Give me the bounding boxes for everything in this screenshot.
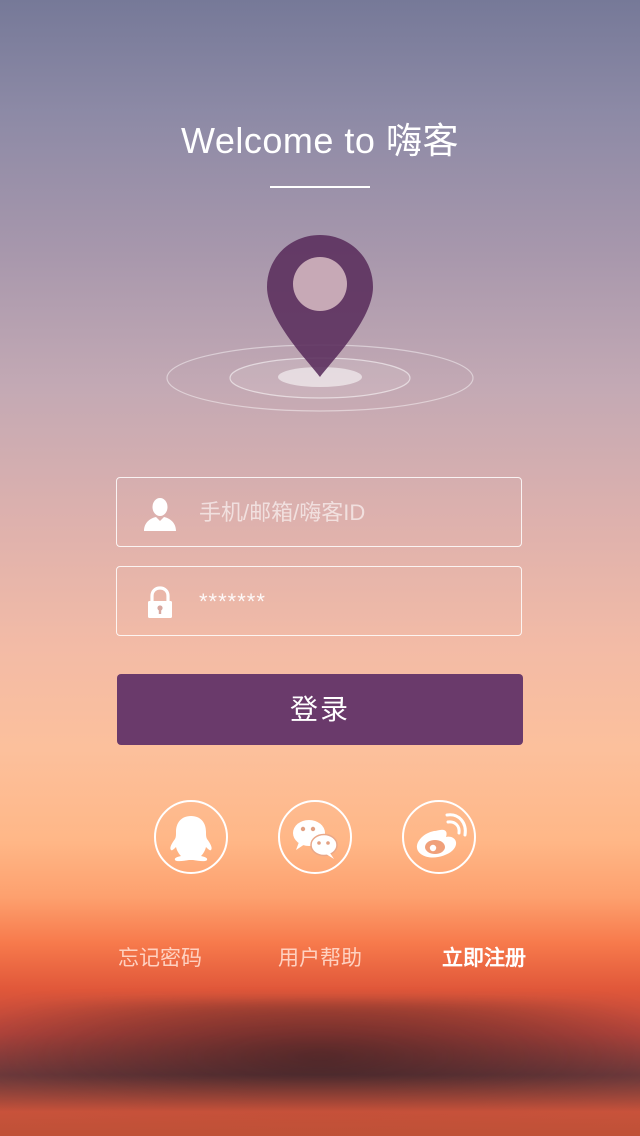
location-pin-icon (166, 235, 474, 412)
username-field[interactable]: 手机/邮箱/嗨客ID (116, 477, 522, 547)
weibo-icon (416, 813, 467, 858)
user-icon (144, 498, 176, 531)
password-field[interactable]: ******* (116, 566, 522, 636)
page-title: Welcome to 嗨客 (181, 120, 459, 161)
qq-login-button[interactable] (154, 800, 228, 874)
login-button[interactable]: 登录 (117, 674, 523, 745)
user-help-link[interactable]: 用户帮助 (278, 944, 362, 974)
register-now-link[interactable]: 立即注册 (442, 944, 526, 974)
qq-icon (170, 816, 212, 862)
password-input[interactable]: ******* (199, 567, 266, 637)
username-input[interactable]: 手机/邮箱/嗨客ID (199, 478, 365, 548)
title-divider (270, 186, 370, 188)
lock-icon (148, 586, 172, 618)
wechat-login-button[interactable] (278, 800, 352, 874)
login-screen: Welcome to 嗨客 手机/邮箱/嗨客ID ******* 登录 忘记密码… (0, 0, 640, 1136)
background-horizon-glow (0, 1075, 640, 1136)
weibo-login-button[interactable] (402, 800, 476, 874)
forgot-password-link[interactable]: 忘记密码 (118, 944, 202, 974)
wechat-icon (293, 820, 338, 859)
